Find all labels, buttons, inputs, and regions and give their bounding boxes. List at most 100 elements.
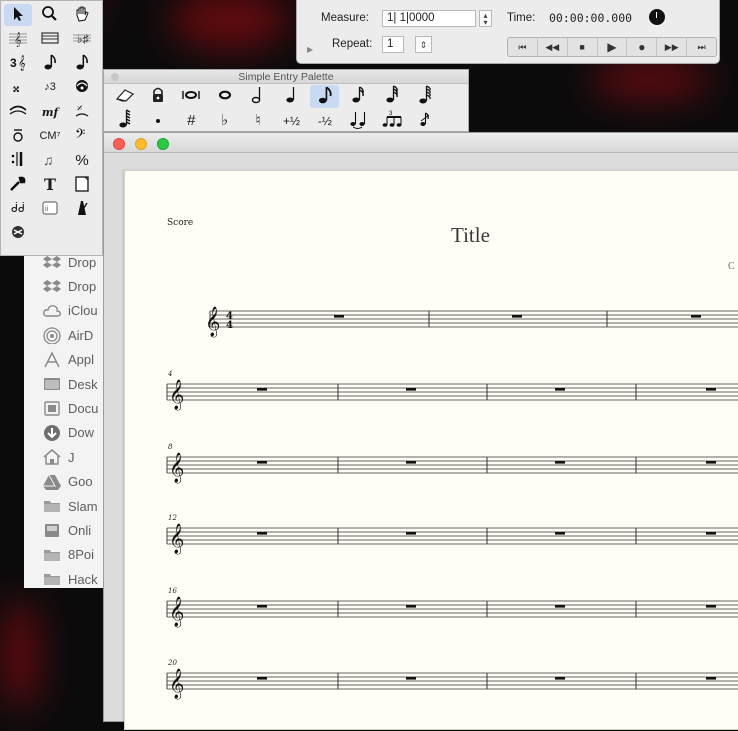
double-whole-note-button[interactable] [177, 85, 206, 108]
natural-button[interactable]: ♮ [244, 109, 273, 132]
forward-end-icon: ⏭ [697, 41, 706, 52]
flat-icon: ♭ [221, 112, 229, 129]
close-window-button[interactable] [113, 138, 125, 150]
expression-tool[interactable]: mf [36, 101, 64, 123]
play-button[interactable]: ▶ [598, 38, 628, 56]
tempo-tool[interactable] [68, 198, 96, 220]
finder-sidebar-item[interactable]: 8Poi [42, 545, 94, 565]
smart-shape-tool[interactable] [4, 101, 32, 123]
fast-forward-button[interactable]: ▶▶ [657, 38, 688, 56]
chord-tool[interactable]: CM⁷ [36, 126, 64, 148]
finder-sidebar-label: AirD [68, 327, 94, 343]
mirror-tool[interactable]: 𝄢 [68, 126, 96, 148]
hand-grabber-tool[interactable] [68, 4, 96, 26]
zoom-tool[interactable] [36, 4, 64, 26]
finder-sidebar-item[interactable]: Hack [42, 569, 98, 588]
svg-text:3: 3 [10, 56, 17, 70]
eraser-button[interactable] [110, 85, 139, 108]
half-note-icon [247, 85, 269, 108]
score-page[interactable]: Score Title C 𝄞 4 4 𝄞 4 𝄞 8 𝄞 12 𝄞 16 𝄞 20 [124, 170, 738, 730]
utilities-tool[interactable] [4, 174, 32, 196]
tuplet-icon: 3 [381, 109, 403, 132]
repeat-tool[interactable]: 𝄎 [68, 101, 96, 123]
flat-button[interactable]: ♭ [210, 109, 239, 132]
time-signature-tool[interactable]: 3 𝄞 [4, 53, 32, 75]
forward-end-button[interactable]: ⏭ [687, 38, 716, 56]
repeat-field[interactable]: 1 [382, 36, 404, 53]
zoom-window-button[interactable] [157, 138, 169, 150]
dropbox-icon [42, 277, 68, 295]
mirror-barline-tool[interactable] [4, 150, 32, 172]
finder-sidebar-item[interactable]: AirD [42, 325, 93, 345]
sixty-fourth-note-button[interactable] [411, 85, 440, 108]
lower-half-step-button[interactable]: -½ [310, 109, 339, 132]
half-note-button[interactable] [244, 85, 273, 108]
text-tool[interactable]: T [36, 174, 64, 196]
treble-clef: 𝄞 [169, 523, 184, 555]
finder-sidebar-item[interactable]: Dow [42, 423, 94, 443]
special-tools[interactable] [4, 223, 32, 245]
finder-sidebar-item[interactable]: Goo [42, 472, 93, 492]
quarter-note-button[interactable] [277, 85, 306, 108]
disk-icon [42, 521, 68, 539]
repeat-stepper[interactable]: ⇕ [415, 36, 432, 53]
midi-tool[interactable]: ii [36, 198, 64, 220]
lyric-verse-tool[interactable]: ᑰᑰ [4, 198, 32, 220]
eighth-note-button[interactable] [310, 85, 340, 108]
tuplet-button[interactable]: 3 [377, 109, 406, 132]
finder-sidebar-item[interactable]: Onli [42, 520, 91, 540]
128th-note-button[interactable] [110, 109, 139, 132]
tuplet-tool[interactable]: ♪3 [36, 77, 64, 99]
simple-entry-tool[interactable] [36, 53, 64, 75]
record-button[interactable]: ● [627, 38, 658, 56]
tie-button[interactable] [344, 109, 373, 132]
clock-icon[interactable] [649, 9, 665, 25]
svg-text:♫: ♫ [43, 152, 54, 168]
grace-note-button[interactable] [411, 109, 440, 132]
measure-tool[interactable] [36, 28, 64, 50]
airdrop-icon [42, 326, 68, 345]
sharp-button[interactable]: # [177, 109, 206, 132]
finder-sidebar-item[interactable]: Appl [42, 350, 94, 370]
finder-sidebar-item[interactable]: iClou [42, 301, 98, 321]
desktop-icon [42, 375, 68, 393]
whole-rest [257, 461, 267, 464]
rewind-start-button[interactable]: ⏮ [508, 38, 538, 56]
raise-half-step-button[interactable]: +½ [277, 109, 306, 132]
stop-button[interactable]: ■ [568, 38, 598, 56]
lyrics-tool[interactable] [4, 126, 32, 148]
finder-sidebar-label: Onli [68, 522, 92, 538]
palette-close-button[interactable] [111, 73, 119, 81]
finder-sidebar-label: Desk [68, 376, 98, 392]
graphics-tool[interactable]: ♫ [36, 150, 64, 172]
minimize-window-button[interactable] [135, 138, 147, 150]
percent-tool[interactable]: % [68, 150, 96, 172]
key-signature-tool[interactable]: ♭♯ [68, 28, 96, 50]
measure-field[interactable]: 1| 1|0000 [382, 10, 476, 27]
rewind-button[interactable]: ◀◀ [538, 38, 568, 56]
playback-controls-window: Measure: 1| 1|0000 ▴ ▾ Time: 00:00:00.000… [296, 0, 720, 64]
main-tool-palette: 𝄞 ♭♯ 3 𝄞 𝄪 ♪3 mf 𝄎 CM⁷ 𝄢 ♫% T ᑰᑰ ii [0, 0, 103, 256]
articulation-tool[interactable] [68, 77, 96, 99]
whole-note-button[interactable] [210, 85, 239, 108]
sixteenth-note-button[interactable] [344, 85, 373, 108]
page-layout-tool[interactable] [68, 174, 96, 196]
treble-clef: 𝄞 [205, 306, 220, 338]
measure-stepper[interactable]: ▴ ▾ [479, 10, 492, 27]
lock-button[interactable] [143, 85, 172, 108]
finder-sidebar-item[interactable]: Docu [42, 398, 98, 418]
music-notation[interactable]: 𝄞 44𝄞4𝄞8𝄞12𝄞16𝄞20 [125, 171, 738, 731]
selection-tool[interactable] [4, 4, 32, 26]
speedy-entry-tool[interactable] [68, 53, 96, 75]
disclosure-triangle-icon[interactable]: ▶ [307, 45, 313, 54]
dot-button[interactable] [143, 109, 172, 132]
staff-tool[interactable]: 𝄞 [4, 28, 32, 50]
finder-sidebar-item[interactable]: Drop [42, 276, 96, 296]
whole-rest [406, 677, 416, 680]
thirty-second-note-button[interactable] [377, 85, 406, 108]
finder-sidebar-item[interactable]: Desk [42, 374, 98, 394]
midi-icon: ii [40, 199, 60, 220]
finder-sidebar-item[interactable]: Slam [42, 496, 98, 516]
finder-sidebar-item[interactable]: J [42, 447, 75, 467]
clef-tool[interactable]: 𝄪 [4, 77, 32, 99]
